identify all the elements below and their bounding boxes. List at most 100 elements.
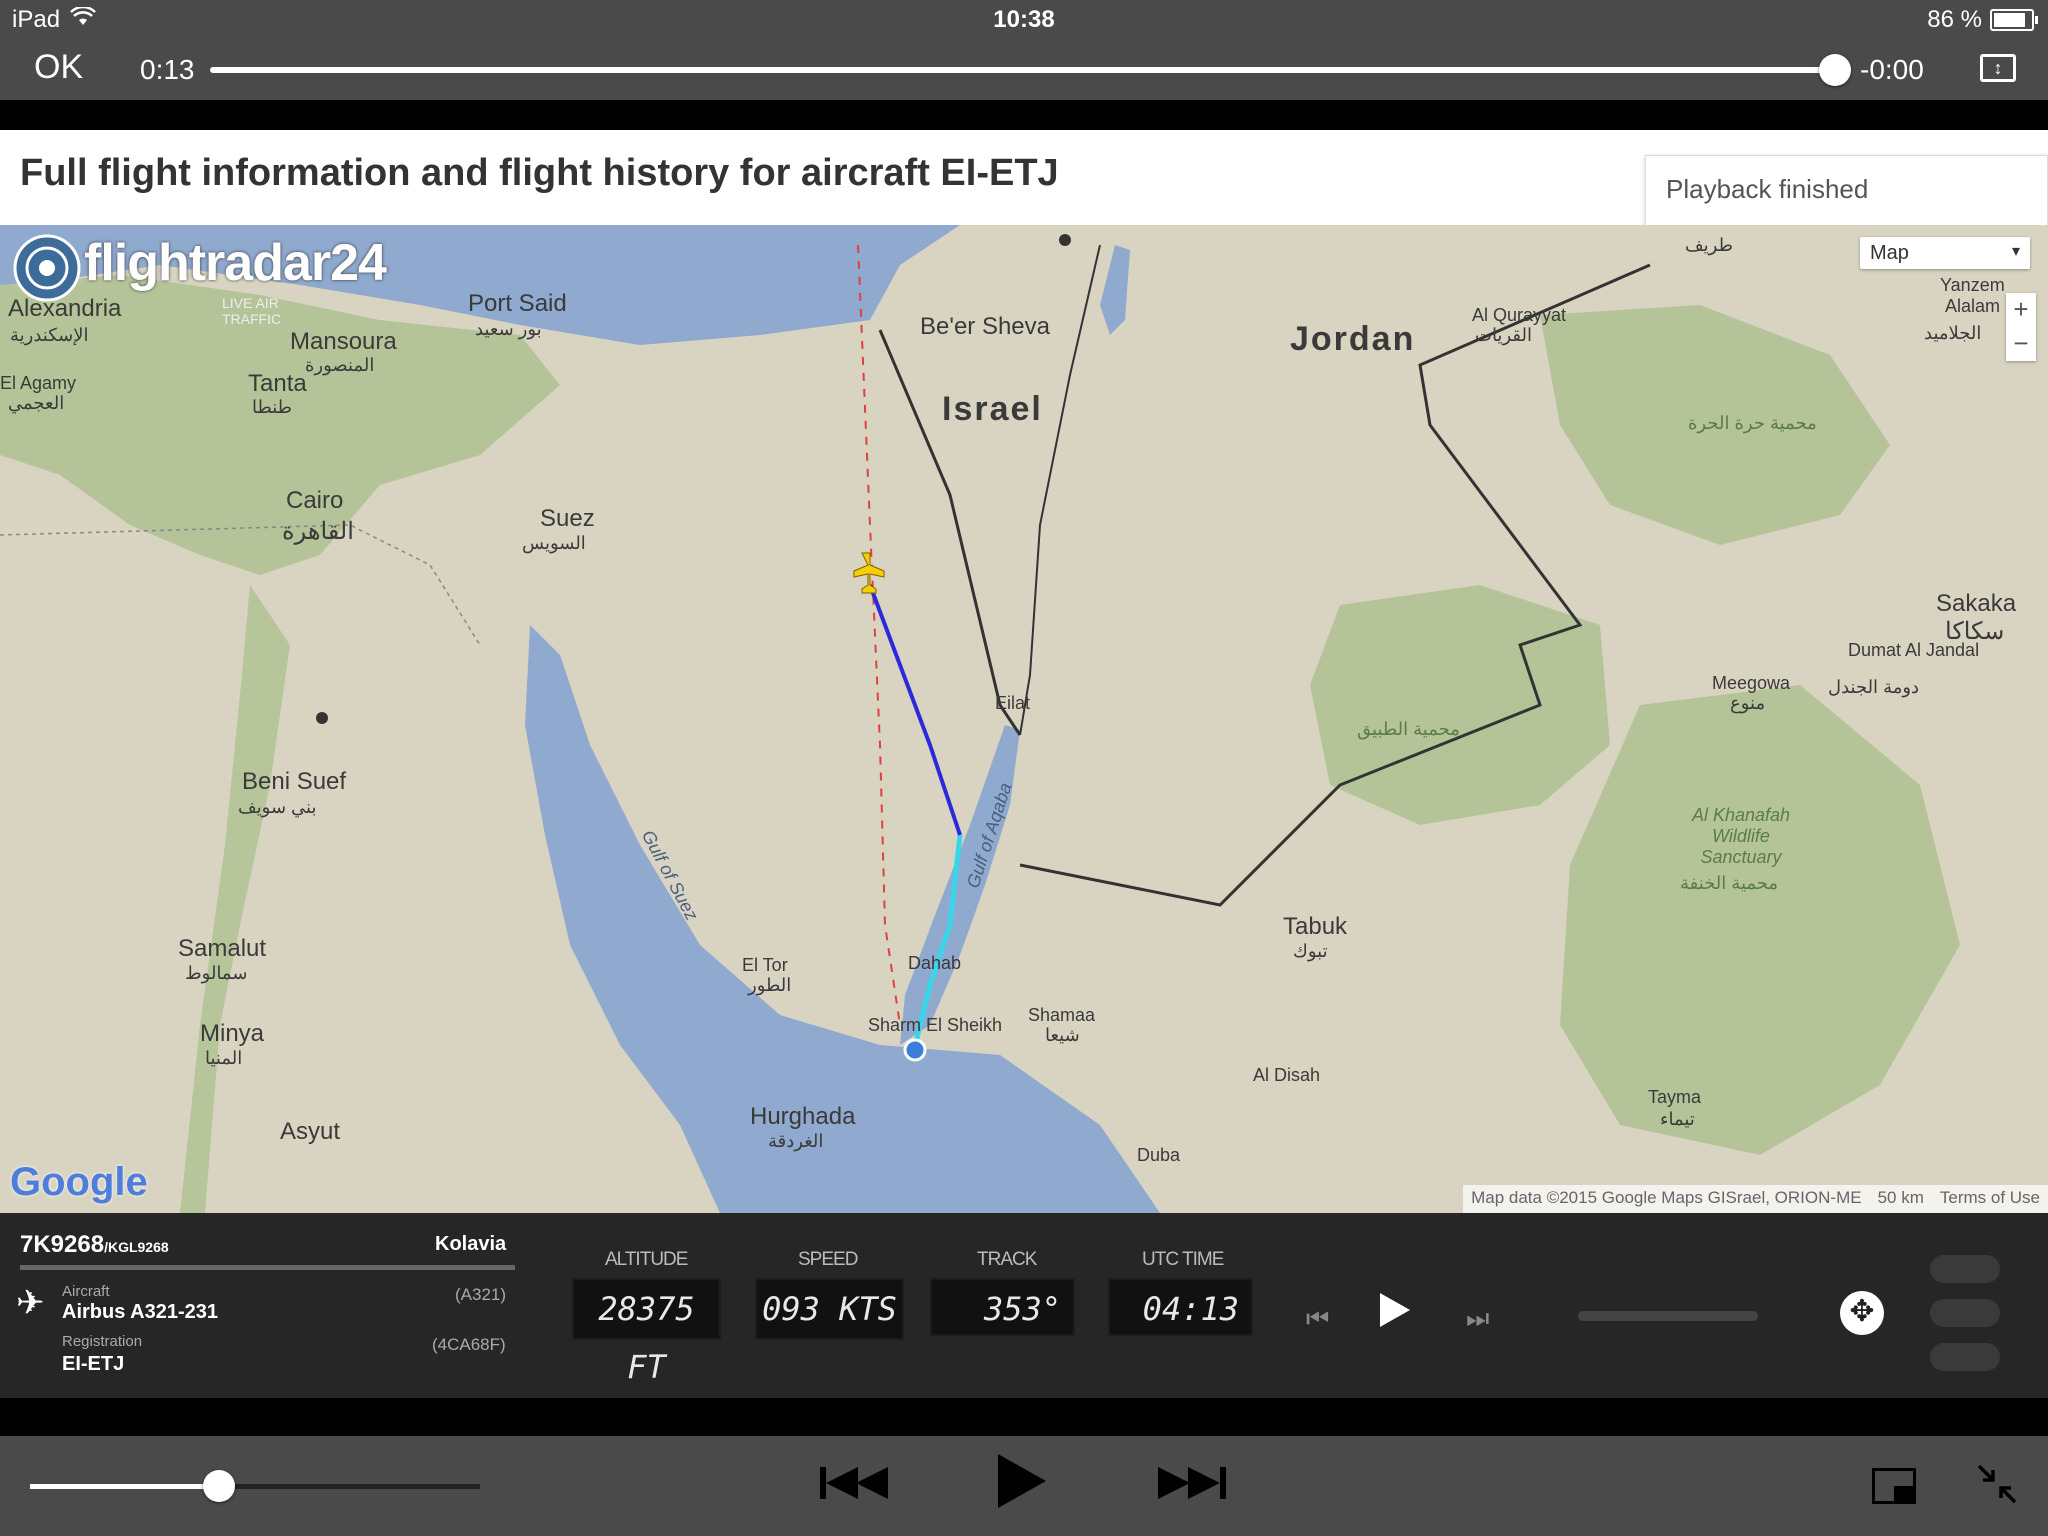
zoom-in-button[interactable]: + <box>2006 293 2036 327</box>
scrubber-knob[interactable] <box>1819 54 1851 86</box>
label-cairo-ar: القاهرة <box>282 518 354 545</box>
flight-info-panel: 7K9268/KGL9268 Kolavia ✈ Aircraft Airbus… <box>0 1213 2048 1398</box>
google-logo: Google <box>10 1160 148 1204</box>
label-khunfah: Al Khanafah Wildlife Sanctuary <box>1691 805 1791 867</box>
fr24-logo-name: flightradar24 <box>84 234 387 292</box>
divider <box>20 1265 515 1270</box>
label-tanta: Tanta <box>248 370 307 397</box>
label-yanzem: Yanzem Alalam <box>1940 275 2005 316</box>
zoom-controls: + − <box>2006 293 2036 361</box>
label-port-said: Port Said <box>468 290 567 317</box>
label-suez-ar: السويس <box>522 533 586 553</box>
altitude-value: 28375 FT <box>572 1278 721 1386</box>
aspect-ratio-button[interactable]: ↕ <box>1980 54 2016 82</box>
label-israel: Israel <box>942 390 1043 428</box>
terms-of-use-link[interactable]: Terms of Use <box>1940 1188 2040 1210</box>
label-duba: Duba <box>1137 1145 1181 1165</box>
label-tanta-ar: طنطا <box>252 397 293 417</box>
elapsed-time: 0:13 <box>140 54 195 85</box>
flight-map[interactable]: flightradar24 LIVE AIR TRAFFIC Map ▾ + − … <box>0 225 2048 1213</box>
label-el-tor-ar: الطور <box>748 975 792 995</box>
video-frame[interactable]: Full flight information and flight histo… <box>0 100 2048 1402</box>
callsign: /KGL9268 <box>104 1239 169 1255</box>
playback-end-button[interactable]: ⏭ <box>1466 1303 1489 1335</box>
label-khunfah-ar: محمية الخنفة <box>1680 873 1779 893</box>
map-attribution: Map data ©2015 Google Maps GISrael, ORIO… <box>1463 1185 2048 1213</box>
picture-in-picture-button[interactable] <box>1872 1468 1916 1504</box>
track-label: TRACK <box>977 1249 1037 1270</box>
label-hurghada-ar: الغردقة <box>768 1131 824 1151</box>
label-tarif-ar: طريف <box>1685 235 1733 255</box>
label-eilat: Eilat <box>995 693 1031 713</box>
label-beni-suef: Beni Suef <box>242 768 347 795</box>
airline-name: Kolavia <box>435 1233 507 1255</box>
done-button[interactable]: OK <box>34 48 83 87</box>
battery-icon <box>1990 9 2038 31</box>
previous-button[interactable] <box>820 1456 890 1516</box>
label-meegowa-ar: منوع <box>1730 693 1766 713</box>
label-hurghada: Hurghada <box>750 1103 856 1130</box>
volume-fill <box>30 1484 219 1489</box>
label-cairo: Cairo <box>286 487 344 514</box>
label-sakaka: Sakaka <box>1936 590 2017 617</box>
playback-play-button[interactable] <box>1380 1293 1410 1327</box>
label-el-tor: El Tor <box>742 955 788 975</box>
label-shamaa: Shamaa <box>1028 1005 1096 1025</box>
player-bottom-controls <box>0 1436 2048 1536</box>
label-sharm: Sharm El Sheikh <box>868 1015 1003 1035</box>
registration-label: Registration <box>62 1333 143 1350</box>
toggle-control-2[interactable] <box>1930 1299 2000 1327</box>
zoom-out-button[interactable]: − <box>2006 327 2036 361</box>
label-port-said-ar: بور سعيد <box>475 319 542 339</box>
label-al-qurayyat: Al Qurayyat <box>1472 305 1567 325</box>
volume-slider[interactable] <box>30 1470 480 1502</box>
utc-value: 04:13 <box>1108 1278 1253 1336</box>
label-al-qurayyat-ar: القريات <box>1475 325 1532 345</box>
hex-code: (4CA68F) <box>432 1335 506 1354</box>
label-dahab: Dahab <box>908 953 962 973</box>
toggle-control-3[interactable] <box>1930 1343 2000 1371</box>
label-reserve1-ar: محمية حرة الحرة <box>1688 413 1817 433</box>
label-beersheva: Be'er Sheva <box>920 313 1050 340</box>
aircraft-code: (A321) <box>455 1285 507 1304</box>
center-aircraft-button[interactable]: ✥ <box>1840 1291 1884 1335</box>
speed-value: 093 KTS <box>755 1278 904 1340</box>
fr24-logo-sub: LIVE AIR TRAFFIC <box>222 295 282 327</box>
label-al-disah: Al Disah <box>1253 1065 1321 1085</box>
label-suez: Suez <box>540 505 595 532</box>
registration-value: EI-ETJ <box>62 1353 125 1375</box>
label-beni-suef-ar: بني سويف <box>238 797 317 817</box>
aircraft-type: Airbus A321-231 <box>62 1301 218 1323</box>
label-minya: Minya <box>200 1020 265 1047</box>
flight-number: 7K9268/KGL9268 <box>20 1231 169 1258</box>
label-tabuk: Tabuk <box>1283 913 1348 940</box>
scrubber[interactable] <box>210 54 1851 86</box>
label-tayma: Tayma <box>1648 1087 1702 1107</box>
playback-start-button[interactable]: ⏮ <box>1306 1303 1329 1335</box>
exit-fullscreen-icon[interactable] <box>1975 1462 2019 1516</box>
radar-icon <box>13 234 81 302</box>
playback-speed-slider[interactable] <box>1578 1311 1758 1321</box>
play-button[interactable] <box>996 1452 1048 1523</box>
label-reserve2-ar: محمية الطبيق <box>1357 719 1460 739</box>
aircraft-label: Aircraft <box>62 1283 110 1300</box>
label-shamaa-ar: شيعا <box>1045 1025 1080 1045</box>
volume-knob[interactable] <box>203 1470 235 1502</box>
label-mansoura-ar: المنصورة <box>305 355 375 375</box>
label-minya-ar: المنيا <box>205 1048 243 1068</box>
label-meegowa: Meegowa <box>1712 673 1791 693</box>
status-right: 86 % <box>1927 6 2038 34</box>
map-type-select[interactable]: Map ▾ <box>1860 237 2030 269</box>
label-el-agamy-ar: العجمي <box>8 393 65 413</box>
label-tayma-ar: تيماء <box>1660 1109 1695 1129</box>
next-button[interactable] <box>1156 1456 1226 1516</box>
battery-percent: 86 % <box>1927 6 1982 33</box>
label-mansoura: Mansoura <box>290 328 397 355</box>
speed-label: SPEED <box>798 1249 858 1270</box>
label-yanzem-ar: الجلاميد <box>1924 323 1982 343</box>
label-dumat-ar: دومة الجندل <box>1828 677 1920 697</box>
playback-status-box: Playback finished <box>1645 155 2048 227</box>
airplane-icon: ✈ <box>16 1284 45 1322</box>
toggle-control-1[interactable] <box>1930 1255 2000 1283</box>
status-bar: iPad 10:38 86 % <box>0 0 2048 40</box>
